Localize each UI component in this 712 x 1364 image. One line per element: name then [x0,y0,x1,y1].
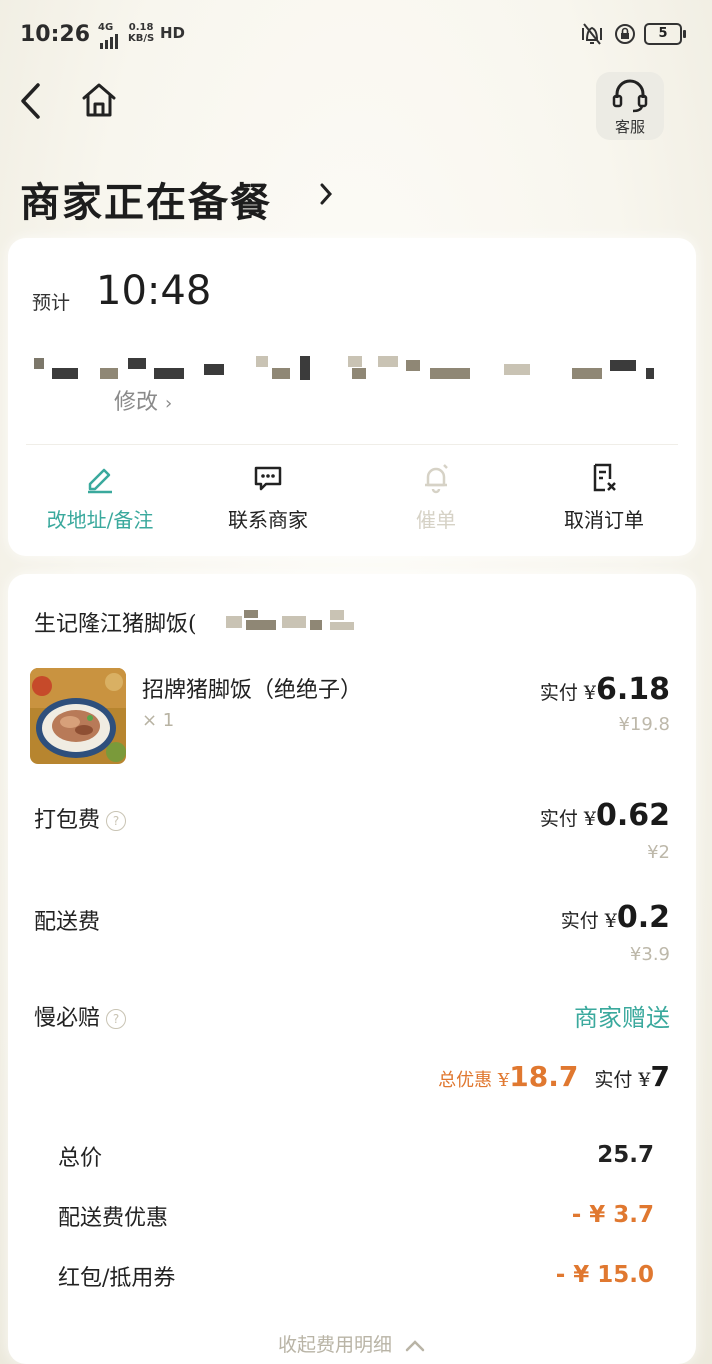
help-icon[interactable]: ? [106,811,127,831]
contact-merchant-label: 联系商家 [228,508,308,532]
urge-order-label: 催单 [416,508,456,532]
customer-service-button[interactable]: 客服 [596,72,664,140]
paid-prefix: 实付 ¥ [560,910,617,932]
cancel-doc-icon [593,463,616,492]
paid-prefix: 实付 ¥ [539,682,596,704]
packing-fee-label: 打包费 [34,808,101,833]
delivery-fee-paid: 实付 ¥0.2 [561,900,670,935]
home-icon[interactable] [80,82,118,118]
delivery-fee-label: 配送费 [34,910,101,935]
cancel-order-label: 取消订单 [564,508,644,532]
delivery-card: 预计 10:48 修改 › 改地址/备注 联系商家 催单 取消订单 [8,238,696,556]
delivery-fee-original: ¥3.9 [629,944,670,965]
signal-icon [100,34,118,49]
speed-unit: KB/S [128,33,155,44]
dish-original-price: ¥19.8 [618,714,670,735]
packing-fee-row: 打包费? [34,802,127,834]
chevron-up-icon [405,1340,425,1352]
address-redacted [34,356,674,380]
eta-label: 预计 [32,292,71,314]
edit-icon [88,468,112,494]
contact-merchant-button[interactable]: 联系商家 [188,462,348,533]
battery-icon: 5 [644,23,686,45]
dish-paid: 实付 ¥6.18 [540,672,670,707]
speed-value: 0.18 [128,22,154,33]
edit-address-button[interactable]: 改地址/备注 [20,462,180,533]
shop-name-redacted [226,610,356,630]
vibrate-icon [582,23,602,45]
total-price-value: 25.7 [597,1142,654,1168]
packing-fee-original: ¥2 [647,842,670,863]
hd-badge: HD [160,24,186,42]
network-indicator: 4G [98,22,120,49]
total-paid-amount: 7 [650,1060,670,1093]
packing-fee-amount: 0.62 [595,798,670,833]
late-compensation-row: 慢必赔? [34,1000,127,1032]
late-compensation-label: 慢必赔 [34,1006,101,1031]
back-icon[interactable] [18,82,44,120]
network-speed: 0.18 KB/S [128,22,154,44]
dish-paid-amount: 6.18 [595,672,670,707]
modify-label: 修改 [114,390,159,415]
bell-icon [425,464,448,494]
total-discount-label: 总优惠 ¥ [438,1070,510,1091]
headset-icon [612,79,648,113]
order-summary: 总优惠 ¥18.7 实付 ¥7 [438,1060,670,1093]
status-time: 10:26 [20,22,91,47]
help-icon[interactable]: ? [106,1009,127,1029]
cancel-order-button[interactable]: 取消订单 [524,462,684,533]
delivery-discount-label: 配送费优惠 [58,1206,169,1231]
coupon-value: - ¥ 15.0 [555,1262,654,1288]
shop-name[interactable]: 生记隆江猪脚饭( [34,606,197,638]
chevron-right-icon[interactable] [318,180,334,208]
collapse-label: 收起费用明细 [277,1334,392,1356]
merchant-gift-label: 商家赠送 [574,1004,670,1032]
urge-order-button[interactable]: 催单 [356,462,516,533]
eta-time: 10:48 [96,268,212,314]
paid-prefix: 实付 ¥ [539,808,596,830]
modify-link[interactable]: 修改 › [114,384,172,416]
edit-address-label: 改地址/备注 [46,508,154,532]
total-price-label: 总价 [58,1146,103,1171]
delivery-fee-amount: 0.2 [616,900,670,935]
chat-icon [254,466,282,491]
status-right-icons: 5 [578,22,686,46]
total-paid-label: 实付 ¥ [594,1069,651,1091]
divider [26,444,678,445]
coupon-label: 红包/抵用券 [58,1266,176,1291]
packing-fee-paid: 实付 ¥0.62 [540,798,670,833]
chevron-right-icon: › [165,393,173,414]
delivery-discount-value: - ¥ 3.7 [571,1202,654,1228]
total-discount-amount: 18.7 [509,1060,579,1093]
dish-name: 招牌猪脚饭（绝绝子） [142,678,363,703]
dish-quantity: × 1 [142,710,175,731]
food-image [30,668,126,764]
order-status-title[interactable]: 商家正在备餐 [20,170,272,228]
rotation-lock-icon [615,24,635,44]
order-detail-card: 生记隆江猪脚饭( 招牌猪脚饭（绝绝子） × 1 实付 ¥6.18 ¥19.8 打… [8,574,696,1364]
customer-service-label: 客服 [614,118,645,136]
network-type: 4G [98,22,114,33]
collapse-fee-details-button[interactable]: 收起费用明细 [8,1330,696,1357]
